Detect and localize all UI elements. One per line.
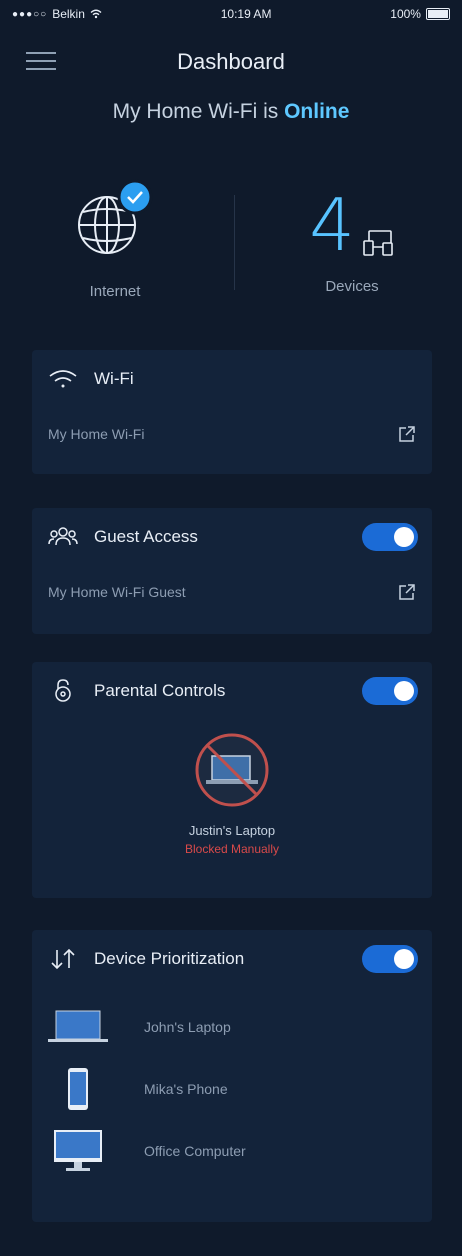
guest-users-icon [48, 527, 78, 546]
guest-access-card: Guest Access My Home Wi-Fi Guest [32, 508, 432, 634]
device-prioritization-toggle[interactable] [362, 945, 418, 973]
padlock-icon [55, 679, 71, 702]
desktop-icon [54, 1130, 102, 1171]
device-count: 4 [309, 183, 355, 267]
wifi-card-header[interactable]: Wi-Fi [32, 350, 432, 408]
guest-access-toggle[interactable] [362, 523, 418, 551]
parental-controls-toggle[interactable] [362, 677, 418, 705]
wifi-network-name: My Home Wi-Fi [48, 426, 145, 442]
priority-device-list: John's Laptop Mika's Phone Office Comput… [32, 988, 432, 1182]
status-bar: ●●●○○ Belkin 10:19 AM 100% [0, 0, 462, 28]
summary-divider [234, 195, 235, 290]
laptop-icon [48, 1010, 108, 1042]
wifi-network-row[interactable]: My Home Wi-Fi [32, 408, 432, 460]
priority-device-name: Office Computer [144, 1143, 246, 1159]
battery-icon [425, 8, 450, 20]
clock: 10:19 AM [220, 7, 272, 21]
priority-device-name: John's Laptop [144, 1019, 231, 1035]
list-item[interactable]: Mika's Phone [32, 1058, 432, 1120]
network-status-text: My Home Wi-Fi is [112, 100, 279, 123]
globe-icon [78, 179, 153, 254]
network-status: My Home Wi-Fi is Online [0, 100, 462, 124]
battery-percent: 100% [390, 7, 421, 21]
wifi-title: Wi-Fi [94, 369, 134, 388]
internet-label: Internet [89, 283, 141, 300]
parental-card-header[interactable]: Parental Controls [32, 662, 432, 720]
devices-label: Devices [325, 278, 379, 295]
blocked-laptop-icon [195, 733, 269, 807]
external-link-icon[interactable] [398, 583, 416, 601]
carrier-name: Belkin [52, 7, 85, 21]
online-status: Online [284, 100, 350, 123]
priority-arrows-icon [51, 948, 75, 970]
devices-row: 4 [292, 170, 412, 270]
list-item[interactable]: John's Laptop [32, 996, 432, 1058]
guest-network-row[interactable]: My Home Wi-Fi Guest [32, 566, 432, 618]
nav-bar: Dashboard [0, 34, 462, 90]
prioritization-card-header[interactable]: Device Prioritization [32, 930, 432, 988]
guest-network-name: My Home Wi-Fi Guest [48, 584, 186, 600]
summary-panel: Internet 4 Devices [0, 170, 462, 320]
parental-controls-card: Parental Controls Justin's Laptop Blocke… [32, 662, 432, 898]
guest-card-header[interactable]: Guest Access [32, 508, 432, 566]
internet-summary[interactable]: Internet [60, 170, 170, 300]
devices-summary[interactable]: 4 Devices [292, 170, 412, 295]
wifi-signal-icon [90, 9, 102, 19]
device-prioritization-card: Device Prioritization John's Laptop Mika… [32, 930, 432, 1222]
parental-controls-title: Parental Controls [94, 681, 226, 700]
signal-strength-icon: ●●●○○ [12, 8, 48, 20]
check-badge [117, 179, 153, 215]
phone-icon [68, 1068, 88, 1110]
status-right: 100% [390, 7, 450, 21]
hamburger-menu-icon[interactable] [26, 52, 56, 72]
guest-access-title: Guest Access [94, 527, 198, 546]
external-link-icon[interactable] [398, 425, 416, 443]
wifi-card: Wi-Fi My Home Wi-Fi [32, 350, 432, 474]
page-title: Dashboard [177, 49, 285, 74]
blocked-device-status: Blocked Manually [184, 842, 280, 856]
devices-icon [363, 230, 393, 256]
blocked-device[interactable]: Justin's Laptop Blocked Manually [32, 720, 432, 856]
device-prioritization-title: Device Prioritization [94, 949, 245, 968]
wifi-icon [49, 370, 77, 388]
status-left: ●●●○○ Belkin [12, 7, 102, 21]
list-item[interactable]: Office Computer [32, 1120, 432, 1182]
priority-device-name: Mika's Phone [144, 1081, 228, 1097]
blocked-device-name: Justin's Laptop [188, 823, 276, 838]
